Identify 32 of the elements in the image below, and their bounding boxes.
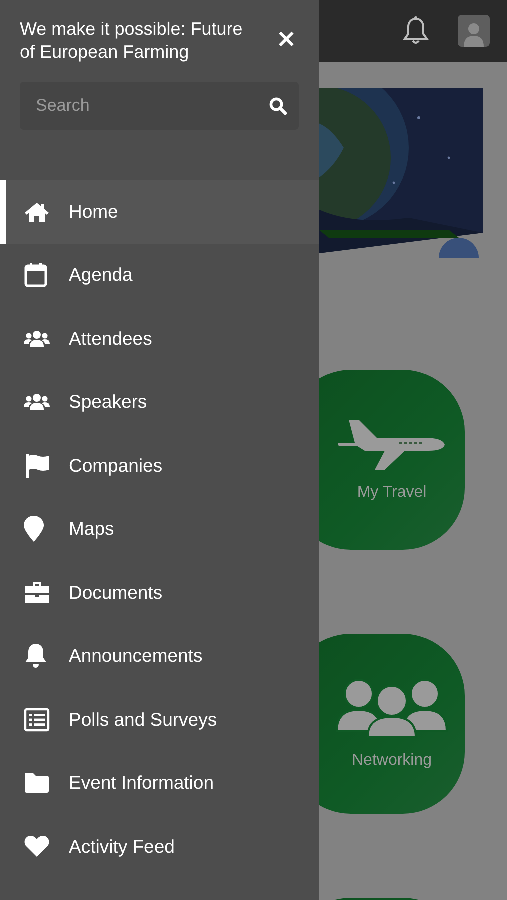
list-icon: [24, 708, 50, 732]
nav-item[interactable]: Activity Feed: [0, 815, 319, 878]
nav-item[interactable]: Home: [0, 180, 319, 244]
folder-icon: [24, 773, 50, 794]
tile-label: Networking: [350, 752, 432, 770]
bell-icon: [24, 643, 48, 670]
tile-label: My Travel: [356, 484, 427, 502]
airplane-icon: [337, 418, 447, 470]
bell-icon[interactable]: [402, 16, 430, 46]
nav-item[interactable]: Event Information: [0, 752, 319, 815]
calendar-icon: [24, 262, 48, 288]
briefcase-icon: [24, 581, 50, 604]
nav-item[interactable]: Maps: [0, 498, 319, 561]
nav-item[interactable]: Agenda: [0, 244, 319, 307]
drawer-title: We make it possible: Future of European Farming: [20, 18, 244, 64]
nav-item[interactable]: Announcements: [0, 624, 319, 688]
users-icon: [24, 330, 50, 348]
nav-item[interactable]: Companies: [0, 434, 319, 498]
nav-item[interactable]: Documents: [0, 561, 319, 624]
people-icon: [336, 678, 448, 738]
flag-icon: [24, 452, 50, 479]
nav-item[interactable]: Speakers: [0, 370, 319, 434]
map-pin-icon: [24, 516, 44, 542]
person-icon: [463, 21, 485, 47]
heart-icon: [24, 835, 50, 858]
selection-bar: [0, 180, 6, 244]
close-button[interactable]: ×: [268, 26, 305, 51]
nav-item[interactable]: Attendees: [0, 307, 319, 370]
users-icon: [24, 393, 50, 412]
search-icon: [269, 97, 287, 115]
nav-item[interactable]: Polls and Surveys: [0, 688, 319, 752]
search-field[interactable]: Search: [20, 82, 299, 130]
